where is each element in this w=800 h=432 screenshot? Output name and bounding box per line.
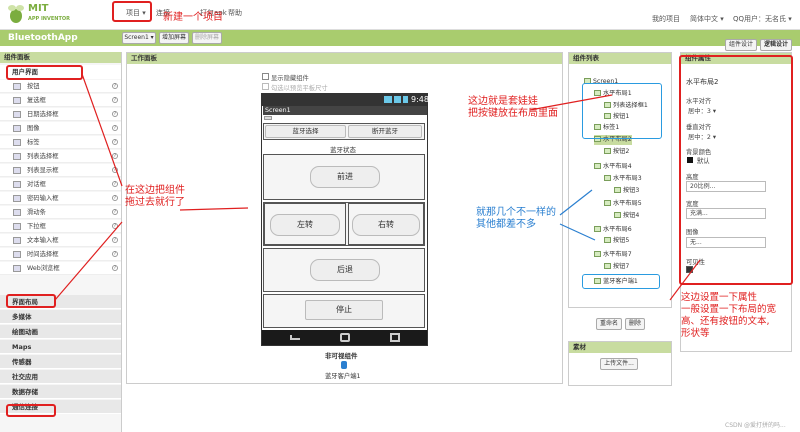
arrow-drag-to-phone	[179, 207, 249, 211]
arrow-layout-to-drag	[54, 221, 123, 301]
arrow-similar-1	[559, 189, 593, 216]
arrow-nesting	[529, 94, 613, 111]
annotation-arrows	[54, 73, 701, 301]
arrow-properties	[669, 259, 701, 301]
arrow-ui-to-drag	[81, 73, 123, 187]
arrow-similar-2	[559, 223, 596, 241]
watermark: CSDN @爱打拼的吗...	[725, 422, 786, 429]
